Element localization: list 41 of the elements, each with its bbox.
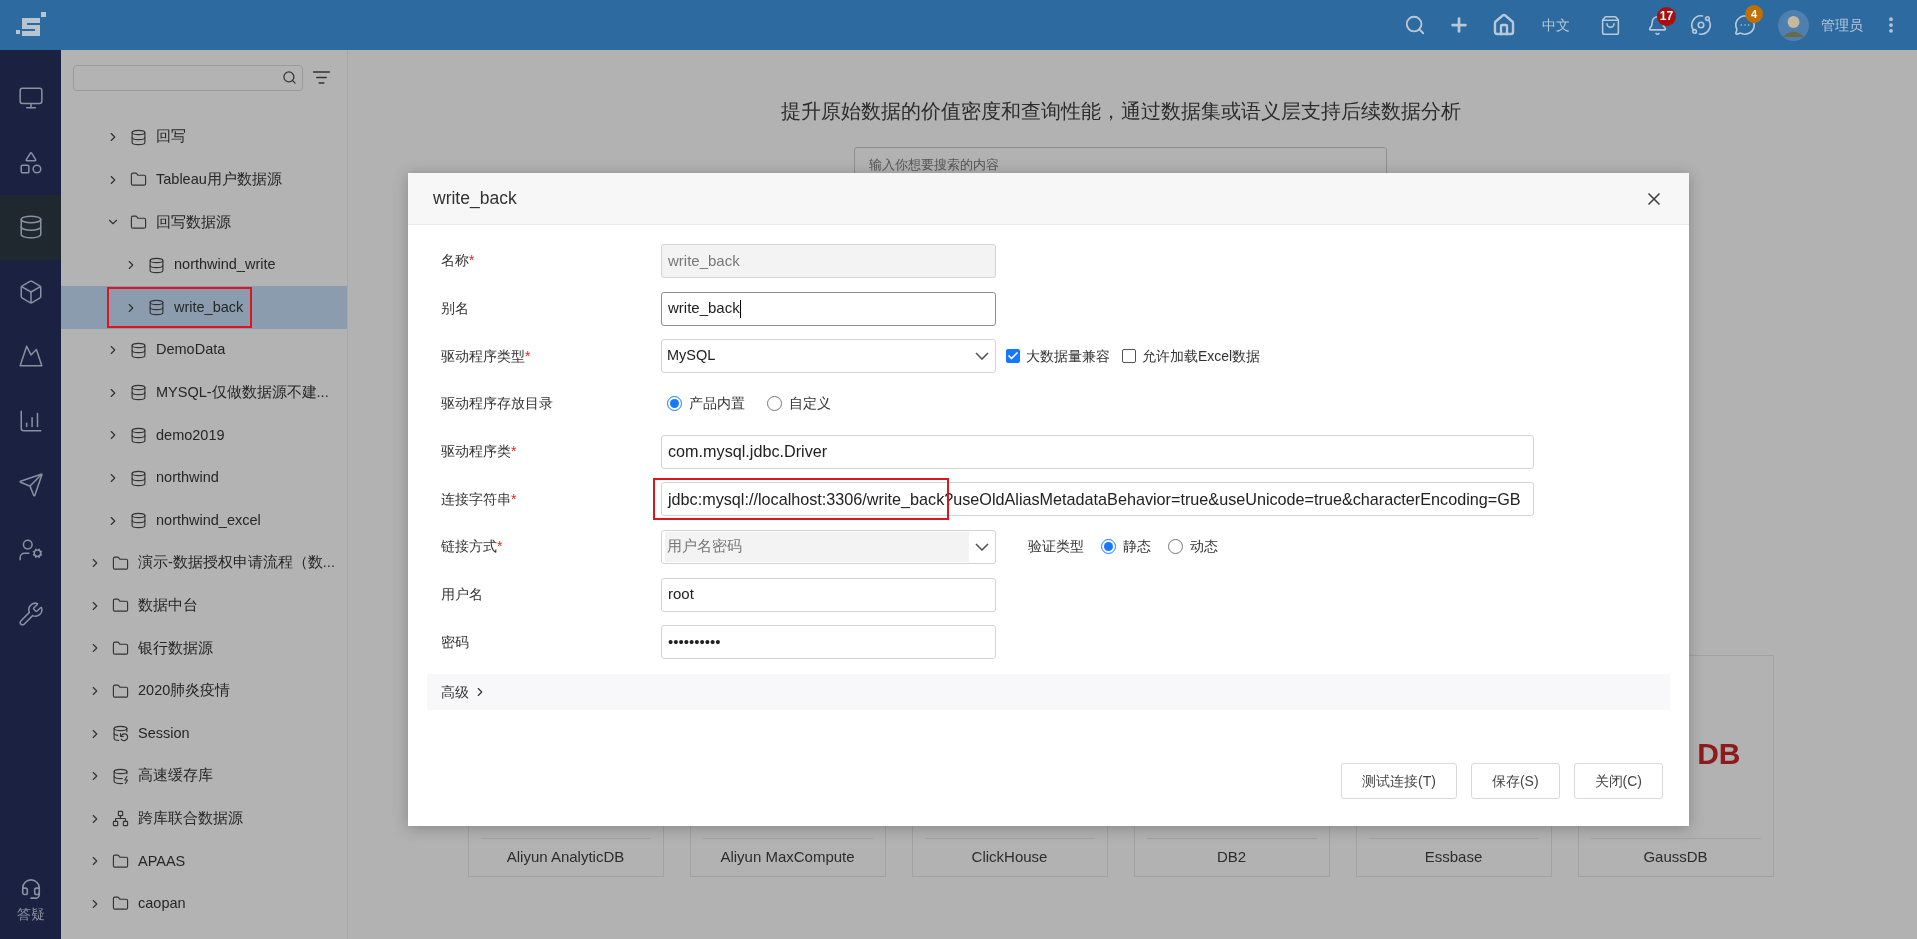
tree-item-label: 高速缓存库	[138, 766, 213, 786]
field-label: 别名	[441, 299, 470, 319]
tree-item-label: northwind_excel	[156, 510, 261, 530]
card-title: ClickHouse	[971, 847, 1048, 868]
card-title: GaussDB	[1643, 847, 1708, 868]
field-label: 名称*	[441, 251, 476, 271]
tree-item-label: APAAS	[138, 851, 186, 871]
headline: 提升原始数据的价值密度和查询性能，通过数据集或语义层支持后续数据分析	[780, 99, 1461, 124]
card-title: Aliyun MaxCompute	[720, 847, 855, 868]
message-badge: 4	[1745, 5, 1763, 23]
tree-item-label: 银行数据源	[138, 638, 213, 658]
tree-item-label: 跨库联合数据源	[138, 808, 243, 828]
field-label: 驱动程序类型*	[441, 346, 532, 366]
notification-badge: 17	[1657, 6, 1676, 26]
card-title: DB2	[1216, 847, 1247, 868]
tree-item-label: write_back	[174, 297, 244, 317]
field-label: 驱动程序类*	[441, 442, 518, 462]
tree-item-label: 数据中台	[138, 595, 198, 615]
field-label: 连接字符串*	[441, 489, 518, 509]
tree-item-label: northwind_write	[174, 255, 276, 275]
field-label: 密码	[441, 632, 470, 652]
section-label: 高级	[441, 682, 469, 702]
field-label: 用户名	[441, 585, 484, 605]
field-label: 链接方式*	[441, 537, 504, 557]
tree-item-label: caopan	[138, 894, 186, 914]
field-label: 驱动程序存放目录	[441, 394, 554, 414]
tree-item-label: demo2019	[156, 425, 225, 445]
tree-item-label: 演示-数据授权申请流程（数...	[138, 553, 335, 573]
dialog-title: write_back	[433, 187, 517, 211]
tree-item-label: 回写数据源	[156, 212, 231, 232]
tree-item-label: DemoData	[156, 340, 226, 360]
gausdb-logo: DB	[1697, 735, 1741, 772]
tree-item-label: northwind	[156, 468, 219, 488]
tree-item-label: MYSQL-仅做数据源不建...	[156, 383, 329, 402]
field-label: 验证类型	[1028, 537, 1084, 557]
card-title: Essbase	[1424, 847, 1483, 868]
tree-item-label: Session	[138, 723, 190, 743]
tree-item-label: 回写	[156, 127, 186, 147]
tree-item-label: 2020肺炎疫情	[138, 681, 231, 701]
tree-item-label: Tableau用户数据源	[156, 170, 282, 189]
card-title: Aliyun AnalyticDB	[506, 847, 625, 868]
